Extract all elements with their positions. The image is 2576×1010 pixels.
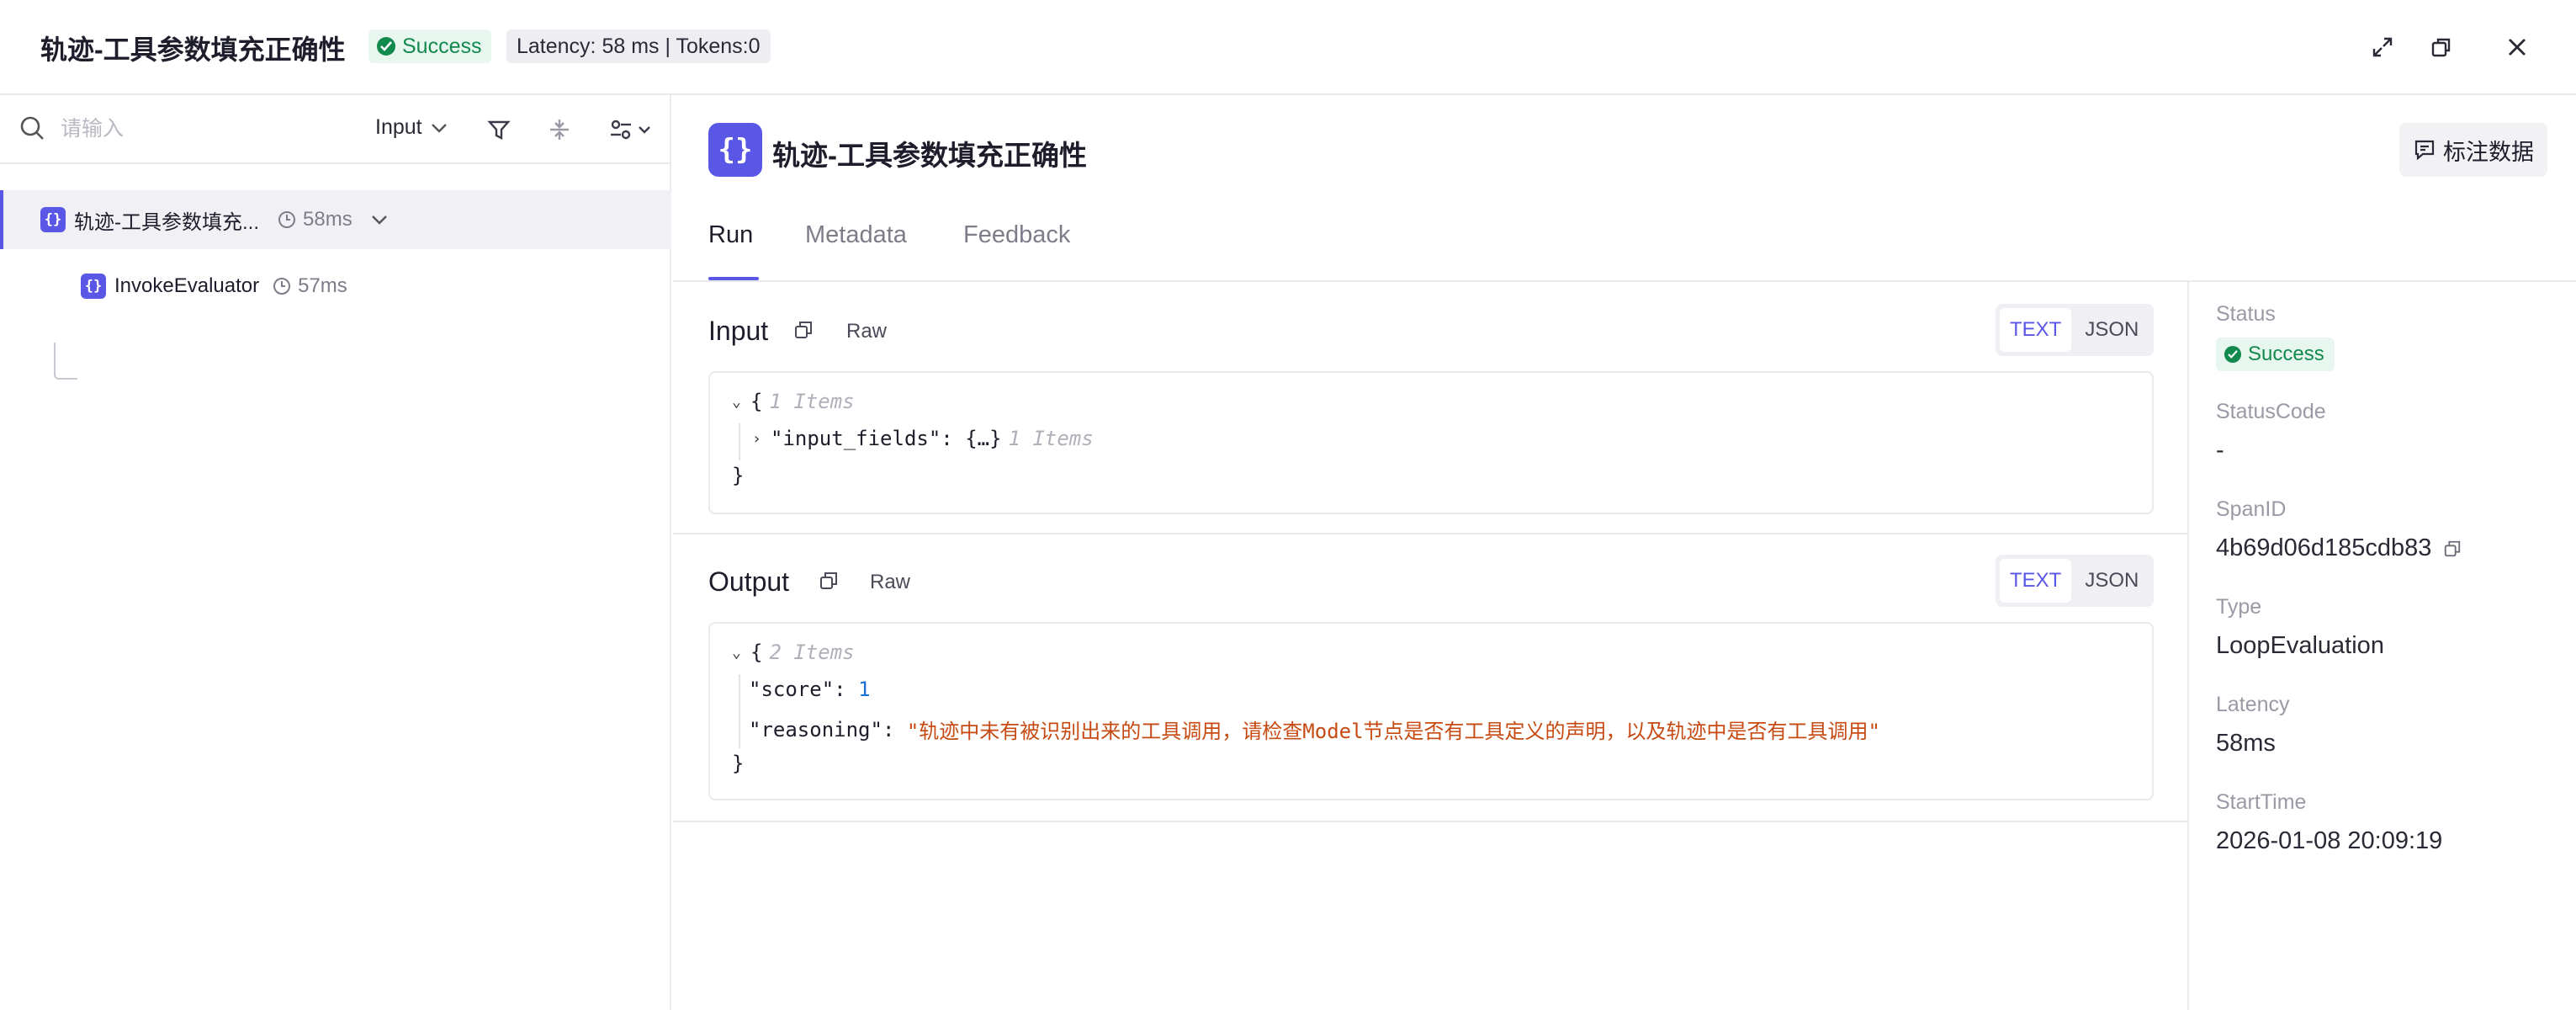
json-mode-button[interactable]: JSON bbox=[2075, 308, 2149, 352]
json-key: "input_fields" bbox=[771, 427, 941, 450]
open-new-window-icon[interactable] bbox=[2425, 30, 2458, 64]
close-icon[interactable] bbox=[2500, 30, 2534, 64]
json-node-icon: {} bbox=[81, 274, 106, 299]
json-string-value: "轨迹中未有被识别出来的工具调用，请检查Model节点是否有工具定义的声明，以及… bbox=[906, 720, 1881, 743]
json-close-line: } bbox=[732, 752, 745, 775]
span-attributes: Status Success StatusCode - SpanID 4b69d… bbox=[2187, 282, 2576, 1010]
json-node-icon: {} bbox=[708, 123, 762, 177]
output-json-viewer: ⌄{2 Items "score": 1 "reasoning": "轨迹中未有… bbox=[708, 622, 2154, 800]
span-header: {} 轨迹-工具参数填充正确性 标注数据 Run Metadata Feedba… bbox=[673, 95, 2576, 282]
chevron-down-icon[interactable]: ⌄ bbox=[732, 393, 750, 411]
status-badge: Success bbox=[2216, 338, 2335, 371]
tree-node-root[interactable]: {} 轨迹-工具参数填充... 58ms bbox=[0, 190, 671, 249]
annotate-data-button[interactable]: 标注数据 bbox=[2399, 123, 2547, 177]
json-close-line: } bbox=[732, 464, 745, 487]
json-mode-button[interactable]: JSON bbox=[2075, 559, 2149, 603]
view-mode-toggle: TEXT JSON bbox=[1996, 304, 2154, 356]
search-bar: Input bbox=[0, 95, 671, 164]
json-key: "reasoning" bbox=[749, 717, 883, 742]
field-filter-select[interactable]: Input bbox=[375, 115, 448, 140]
tree-node-invoke-evaluator[interactable]: {} InvokeEvaluator 57ms bbox=[0, 257, 671, 316]
raw-toggle[interactable]: Raw bbox=[846, 320, 887, 343]
expand-icon[interactable] bbox=[2366, 30, 2399, 64]
json-root-line: ⌄{2 Items bbox=[732, 641, 855, 664]
view-mode-toggle: TEXT JSON bbox=[1996, 555, 2154, 607]
tree-node-time: 58ms bbox=[278, 208, 352, 231]
header-title: 轨迹-工具参数填充正确性 bbox=[40, 35, 346, 65]
clock-icon bbox=[278, 211, 295, 228]
collapse-all-icon[interactable] bbox=[543, 114, 575, 146]
text-mode-button[interactable]: TEXT bbox=[2000, 308, 2072, 352]
copy-icon[interactable] bbox=[816, 568, 841, 593]
span-detail-panel: {} 轨迹-工具参数填充正确性 标注数据 Run Metadata Feedba… bbox=[673, 95, 2576, 1010]
span-id-row: 4b69d06d185cdb83 bbox=[2216, 534, 2462, 562]
chevron-down-icon bbox=[431, 123, 447, 133]
run-content: Input Raw TEXT JSON ⌄{1 Items › "input_fi… bbox=[673, 282, 2187, 1010]
tree-node-label: 轨迹-工具参数填充... bbox=[74, 210, 259, 234]
chevron-down-icon[interactable] bbox=[371, 215, 388, 225]
json-field-line: "reasoning": "轨迹中未有被识别出来的工具调用，请检查Model节点… bbox=[749, 715, 1880, 744]
indent-guide bbox=[739, 423, 740, 460]
type-value: LoopEvaluation bbox=[2216, 632, 2384, 659]
chevron-down-icon[interactable]: ⌄ bbox=[732, 644, 750, 662]
filter-icon[interactable] bbox=[483, 114, 515, 146]
span-id-label: SpanID bbox=[2216, 497, 2287, 521]
trace-tree-panel: Input {} 轨迹-工具参数填充... 58ms {} InvokeEval… bbox=[0, 95, 671, 1010]
status-badge: Success bbox=[368, 29, 492, 63]
json-field-line: "score": 1 bbox=[749, 678, 871, 701]
annotate-icon bbox=[2414, 140, 2435, 161]
tree-node-label: InvokeEvaluator bbox=[114, 274, 260, 297]
input-json-viewer: ⌄{1 Items › "input_fields": {…} 1 Items } bbox=[708, 371, 2154, 514]
check-circle-icon bbox=[2224, 346, 2241, 363]
copy-icon[interactable] bbox=[791, 317, 816, 343]
tree-node-time: 57ms bbox=[273, 274, 347, 298]
status-label: Status bbox=[2216, 302, 2276, 326]
status-value: Success bbox=[2248, 343, 2324, 365]
chevron-right-icon[interactable]: › bbox=[752, 430, 771, 448]
output-section: Output Raw TEXT JSON ⌄{2 Items "score": … bbox=[673, 534, 2187, 822]
text-mode-button[interactable]: TEXT bbox=[2000, 559, 2072, 603]
check-circle-icon bbox=[377, 37, 395, 56]
input-section: Input Raw TEXT JSON ⌄{1 Items › "input_fi… bbox=[673, 282, 2187, 534]
latency-value: 58ms bbox=[2216, 730, 2276, 757]
modal-header: 轨迹-工具参数填充正确性 Success Latency: 58 ms | To… bbox=[0, 0, 2576, 95]
status-badge-label: Success bbox=[402, 34, 482, 58]
json-key: "score" bbox=[749, 678, 835, 701]
json-field-line: › "input_fields": {…} 1 Items bbox=[752, 427, 1094, 450]
item-count: 2 Items bbox=[769, 641, 855, 664]
tree-connector bbox=[54, 343, 77, 380]
copy-icon[interactable] bbox=[2443, 540, 2462, 558]
start-time-value: 2026-01-08 20:09:19 bbox=[2216, 827, 2443, 854]
latency-badge: Latency: 58 ms | Tokens:0 bbox=[506, 29, 771, 63]
annotate-data-label: 标注数据 bbox=[2443, 139, 2534, 165]
tree-node-duration: 58ms bbox=[303, 208, 352, 231]
json-collapsed-value[interactable]: {…} bbox=[965, 427, 1001, 450]
span-title: 轨迹-工具参数填充正确性 bbox=[772, 140, 1087, 171]
json-number-value: 1 bbox=[858, 678, 871, 701]
start-time-label: StartTime bbox=[2216, 790, 2307, 814]
view-settings-icon[interactable] bbox=[607, 114, 658, 146]
indent-guide bbox=[739, 674, 740, 748]
tab-run[interactable]: Run bbox=[708, 221, 753, 249]
item-count: 1 Items bbox=[1008, 427, 1094, 450]
tab-metadata[interactable]: Metadata bbox=[805, 221, 907, 249]
search-input[interactable] bbox=[61, 112, 330, 146]
search-icon bbox=[19, 114, 45, 146]
status-code-label: StatusCode bbox=[2216, 400, 2326, 423]
tab-feedback[interactable]: Feedback bbox=[963, 221, 1070, 249]
json-node-icon: {} bbox=[40, 207, 66, 232]
active-tab-indicator bbox=[708, 277, 759, 280]
tree-node-duration: 57ms bbox=[298, 274, 347, 297]
latency-label: Latency bbox=[2216, 693, 2290, 716]
field-filter-value: Input bbox=[375, 115, 422, 139]
status-code-value: - bbox=[2216, 437, 2224, 464]
output-section-title: Output bbox=[708, 566, 790, 597]
clock-icon bbox=[273, 278, 291, 295]
type-label: Type bbox=[2216, 595, 2262, 619]
span-id-value: 4b69d06d185cdb83 bbox=[2216, 534, 2432, 561]
input-section-title: Input bbox=[708, 316, 769, 346]
raw-toggle[interactable]: Raw bbox=[870, 571, 910, 594]
json-root-line: ⌄{1 Items bbox=[732, 390, 855, 413]
item-count: 1 Items bbox=[769, 390, 855, 413]
